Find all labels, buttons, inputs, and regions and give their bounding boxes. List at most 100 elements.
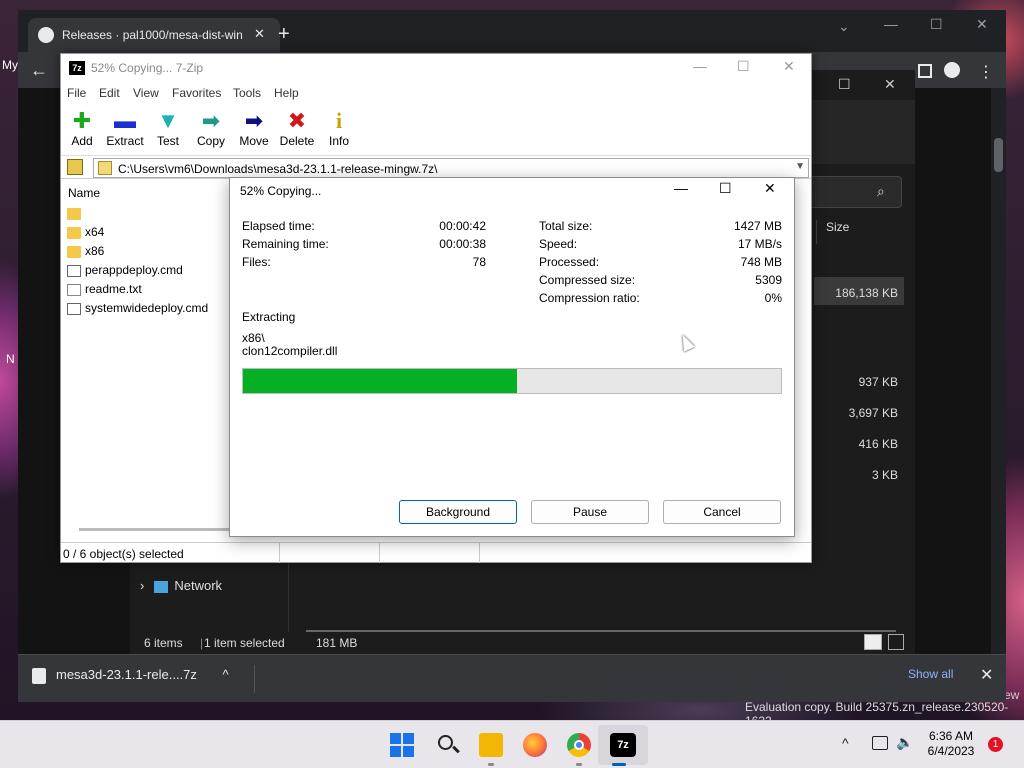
list-item[interactable]: x86	[67, 244, 104, 262]
text-file-icon	[67, 283, 81, 296]
start-icon[interactable]	[390, 733, 414, 757]
list-item[interactable]: systemwidedeploy.cmd	[67, 301, 208, 319]
minimize-icon[interactable]: —	[884, 16, 898, 32]
current-file: clon12compiler.dll	[242, 344, 338, 358]
browser-tab-bar: Releases · pal1000/mesa-dist-win ✕ + ⌄ —…	[18, 10, 1006, 52]
test-icon: ▼	[157, 108, 179, 133]
list-item[interactable]	[67, 206, 85, 224]
size-column-header[interactable]: Size	[826, 220, 849, 234]
file-name: perappdeploy.cmd	[85, 263, 183, 277]
menu-favorites[interactable]: Favorites	[172, 86, 221, 100]
page-scrollbar[interactable]	[991, 88, 1006, 654]
close-icon[interactable]: ✕	[783, 58, 795, 75]
sidebar-icon[interactable]	[918, 64, 932, 78]
extract-button[interactable]: ▬ Extract	[101, 108, 149, 148]
nav-network[interactable]: › Network	[140, 578, 222, 593]
path-input[interactable]: C:\Users\vm6\Downloads\mesa3d-23.1.1-rel…	[93, 158, 809, 178]
menu-file[interactable]: File	[67, 86, 86, 100]
chevron-down-icon[interactable]: ▼	[795, 161, 805, 172]
network-icon[interactable]	[872, 736, 888, 750]
close-icon[interactable]: ✕	[976, 16, 988, 33]
file-explorer-icon[interactable]	[479, 733, 503, 757]
extract-icon: ▬	[114, 108, 136, 133]
compression-ratio-label: Compression ratio:	[539, 291, 640, 305]
minimize-icon[interactable]: —	[693, 58, 707, 74]
info-icon: i	[335, 108, 343, 133]
processed-value: 748 MB	[740, 255, 782, 269]
browser-tab[interactable]: Releases · pal1000/mesa-dist-win ✕	[28, 18, 280, 52]
move-icon: ➡	[244, 108, 264, 133]
chrome-icon[interactable]	[567, 733, 591, 757]
download-item[interactable]: mesa3d-23.1.1-rele....7z ^	[32, 667, 229, 684]
menu-icon[interactable]: ⋮	[978, 62, 994, 82]
github-icon	[38, 27, 54, 43]
add-button[interactable]: ✚ Add	[58, 108, 106, 148]
file-size: 3 KB	[871, 468, 898, 482]
selected-size: 186,138 KB	[835, 286, 898, 300]
delete-button[interactable]: ✖ Delete	[273, 108, 321, 148]
up-folder-icon[interactable]	[67, 159, 83, 175]
scrollbar-thumb[interactable]	[994, 138, 1003, 172]
compressed-size-label: Compressed size:	[539, 273, 636, 287]
background-button[interactable]: Background	[399, 500, 517, 524]
file-size: 416 KB	[858, 437, 898, 451]
explorer-close-icon[interactable]: ✕	[884, 76, 896, 93]
tab-search-icon[interactable]: ⌄	[838, 18, 850, 35]
menu-view[interactable]: View	[133, 86, 159, 100]
new-tab-button[interactable]: +	[278, 24, 290, 44]
list-item[interactable]: perappdeploy.cmd	[67, 263, 183, 281]
cancel-button[interactable]: Cancel	[663, 500, 781, 524]
tiles-view-icon[interactable]	[888, 634, 904, 650]
file-name: x64	[85, 225, 105, 239]
compressed-size-value: 5309	[755, 273, 782, 287]
notification-badge[interactable]: 1	[988, 737, 1003, 752]
status-items: 6 items	[144, 636, 183, 650]
search-icon: ⌕	[877, 183, 885, 199]
desktop-icon-label: N	[6, 352, 15, 366]
delete-icon: ✖	[287, 108, 307, 133]
7zip-taskbar-icon[interactable]: 7z	[610, 733, 636, 757]
download-options-icon[interactable]: ^	[223, 667, 229, 682]
tab-close-icon[interactable]: ✕	[254, 26, 265, 42]
copy-button[interactable]: ➡ Copy	[187, 108, 235, 148]
profile-icon[interactable]	[944, 62, 960, 78]
file-name: x86	[85, 244, 105, 258]
folder-icon	[67, 207, 81, 220]
back-icon[interactable]: ←	[30, 60, 48, 81]
compression-ratio-value: 0%	[764, 291, 782, 305]
maximize-icon[interactable]: ☐	[719, 180, 732, 197]
info-button[interactable]: i Info	[315, 108, 363, 148]
close-icon[interactable]: ✕	[764, 180, 776, 197]
files-value: 78	[472, 255, 486, 269]
pause-button[interactable]: Pause	[531, 500, 649, 524]
explorer-maximize-icon[interactable]: ☐	[838, 76, 851, 93]
name-column-header[interactable]: Name	[68, 186, 100, 200]
move-button[interactable]: ➡ Move	[230, 108, 278, 148]
menu-edit[interactable]: Edit	[99, 86, 120, 100]
volume-icon[interactable]: 🔈	[896, 734, 913, 751]
chevron-up-icon[interactable]: ^	[842, 735, 849, 751]
test-button[interactable]: ▼ Test	[144, 108, 192, 148]
clock-date: 6/4/2023	[927, 744, 975, 758]
details-view-icon[interactable]	[864, 634, 882, 650]
speed-label: Speed:	[539, 237, 578, 251]
title-bar: 7z 52% Copying... 7-Zip — ☐ ✕	[61, 54, 811, 82]
current-directory: x86\	[242, 331, 265, 345]
search-icon[interactable]	[436, 733, 460, 757]
archive-icon	[98, 161, 112, 175]
clock[interactable]: 6:36 AM 6/4/2023	[920, 729, 982, 759]
file-size: 937 KB	[858, 375, 898, 389]
list-item[interactable]: x64	[67, 225, 104, 243]
move-label: Move	[239, 134, 269, 148]
menu-tools[interactable]: Tools	[233, 86, 261, 100]
show-all-button[interactable]: Show all	[908, 667, 953, 681]
maximize-icon[interactable]: ☐	[930, 16, 943, 33]
speed-value: 17 MB/s	[737, 237, 782, 251]
list-item[interactable]: readme.txt	[67, 282, 142, 300]
maximize-icon[interactable]: ☐	[737, 58, 750, 75]
firefox-icon[interactable]	[523, 733, 547, 757]
minimize-icon[interactable]: —	[674, 180, 688, 196]
horizontal-scrollbar[interactable]	[79, 528, 229, 531]
close-downloads-icon[interactable]: ✕	[980, 665, 993, 685]
menu-help[interactable]: Help	[274, 86, 299, 100]
